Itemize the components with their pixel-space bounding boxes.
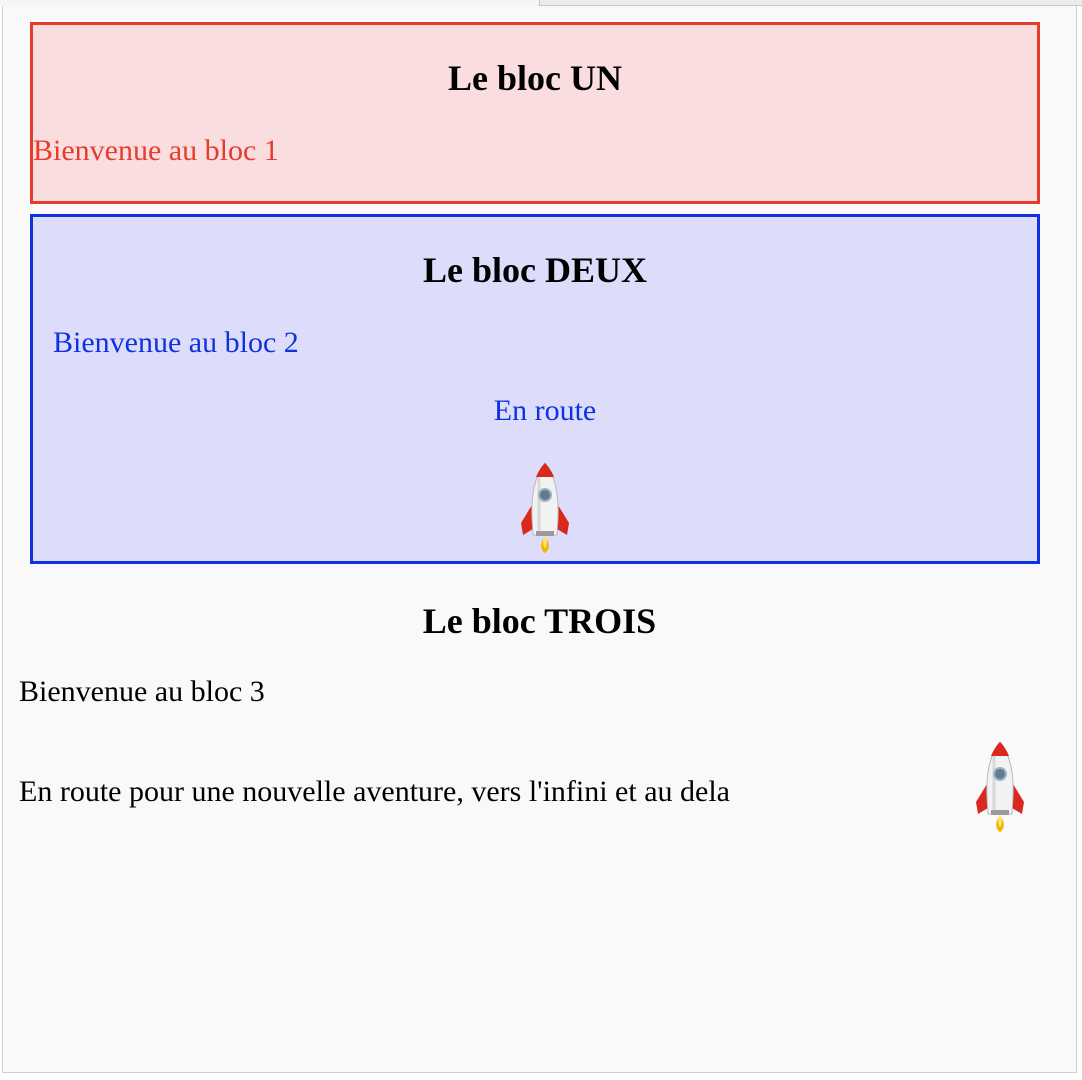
- page-viewport: Le bloc UN Bienvenue au bloc 1 Le bloc D…: [2, 6, 1077, 1073]
- block-three-welcome: Bienvenue au bloc 3: [19, 675, 265, 708]
- block-two-caption: En route: [493, 394, 597, 427]
- block-three-adventure-text: En route pour une nouvelle aventure, ver…: [19, 775, 730, 808]
- block-one-title: Le bloc UN: [448, 58, 622, 98]
- block-three-title: Le bloc TROIS: [422, 601, 657, 641]
- block-three: Le bloc TROIS Bienvenue au bloc 3 En rou…: [3, 568, 1076, 868]
- rocket-icon: [976, 741, 1024, 832]
- block-one-welcome: Bienvenue au bloc 1: [33, 134, 279, 167]
- block-two-title: Le bloc DEUX: [423, 250, 647, 290]
- block-one: Le bloc UN Bienvenue au bloc 1: [30, 22, 1040, 204]
- rocket-icon: [521, 462, 569, 553]
- browser-frame: Le bloc UN Bienvenue au bloc 1 Le bloc D…: [0, 0, 1082, 1080]
- block-two-welcome: Bienvenue au bloc 2: [53, 326, 299, 359]
- block-two: Le bloc DEUX Bienvenue au bloc 2 En rout…: [30, 214, 1040, 564]
